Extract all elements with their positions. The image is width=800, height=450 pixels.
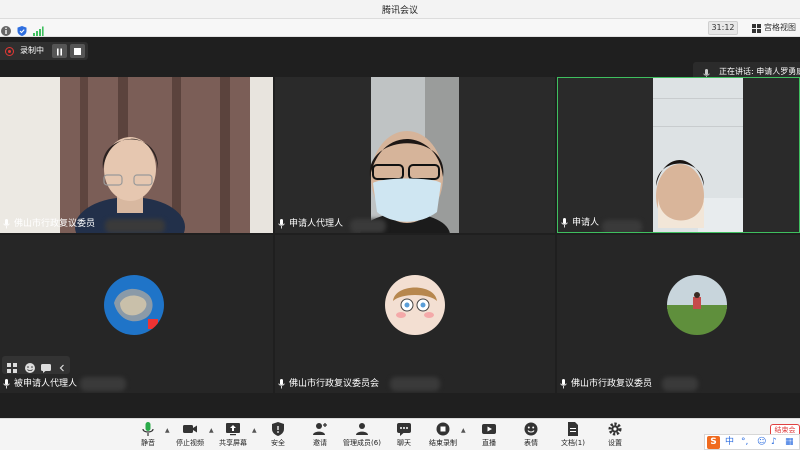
mic-icon (561, 218, 568, 228)
stop-record-icon (435, 421, 451, 437)
name-blur (80, 377, 126, 391)
stop-recording-button[interactable] (70, 44, 85, 58)
layout-tools (2, 356, 70, 374)
stop-icon (74, 48, 81, 55)
participant-name-5: 佛山市行政复议委员会 (275, 377, 385, 391)
settings-button[interactable]: 设置 (604, 421, 626, 449)
live-stream-button[interactable]: 直播 (478, 421, 500, 449)
mic-icon (278, 219, 285, 229)
video-tile-1[interactable]: 佛山市行政复议委员 (0, 77, 273, 233)
mic-icon (3, 219, 10, 229)
video-tile-2[interactable]: 申请人代理人 (275, 77, 555, 233)
pause-recording-button[interactable] (52, 44, 67, 58)
tencent-meeting-window: 腾讯会议 31:12 宫格视图 录制中 正在讲话: 申请人罗勇康 佛山市行政复议… (0, 0, 800, 450)
invite-button[interactable]: 邀请 (309, 421, 331, 449)
chat-icon (396, 421, 412, 437)
sogou-logo-icon: S (707, 436, 720, 449)
toolbox-icon[interactable]: ▦ (785, 436, 794, 449)
record-dot-icon (5, 47, 14, 56)
window-title: 腾讯会议 (381, 6, 418, 16)
avatar (385, 275, 445, 335)
chat-bubble-icon[interactable] (40, 359, 52, 373)
audio-tile-3[interactable]: 佛山市行政复议委员 (557, 235, 800, 393)
recording-indicator: 录制中 (0, 42, 88, 60)
pause-icon (57, 48, 62, 56)
video-tile-3-active-speaker[interactable]: 申请人 (557, 77, 800, 233)
audio-tile-2[interactable]: 佛山市行政复议委员会 (275, 235, 555, 393)
participant-name-6: 佛山市行政复议委员 (557, 377, 658, 391)
name-blur (105, 219, 165, 233)
mute-button[interactable]: 静音 (136, 421, 160, 449)
status-bar: 31:12 宫格视图 (0, 19, 800, 37)
share-screen-icon (225, 421, 241, 437)
gallery-view-label: 宫格视图 (764, 23, 796, 32)
end-meeting-button[interactable]: 结束会 (770, 424, 800, 434)
live-icon (481, 421, 497, 437)
name-blur (662, 377, 698, 391)
encryption-shield-icon[interactable] (16, 22, 28, 36)
mic-icon (140, 421, 156, 437)
camera-icon (182, 421, 198, 437)
network-signal-icon[interactable] (32, 22, 44, 36)
emoji-button[interactable]: 表情 (520, 421, 542, 449)
input-method-bar[interactable]: S 中 °, ☺ ♪ ▦ (704, 434, 800, 450)
participant-video-3 (558, 78, 799, 232)
emoji-reaction-icon[interactable] (24, 359, 36, 373)
collapse-chevron-icon[interactable] (56, 359, 68, 372)
participant-name-4: 被申请人代理人 (0, 377, 83, 391)
documents-button[interactable]: 文档(1) (558, 421, 588, 449)
meeting-timer: 31:12 (708, 21, 738, 35)
participant-video-1 (0, 77, 273, 233)
caret-up-icon[interactable]: ▲ (252, 428, 258, 434)
voice-input-icon[interactable]: ♪ (771, 436, 777, 449)
grid-icon (752, 24, 761, 33)
stop-video-button[interactable]: 停止视频 (174, 421, 206, 449)
manage-members-button[interactable]: 管理成员(6) (342, 421, 382, 449)
avatar (104, 275, 164, 335)
avatar (667, 275, 727, 335)
end-recording-button[interactable]: 结束录制 (428, 421, 458, 449)
shield-icon (270, 421, 286, 437)
document-icon (565, 421, 581, 437)
gallery-view-button[interactable]: 宫格视图 (750, 21, 796, 35)
mic-icon (703, 67, 710, 79)
layout-grid-icon[interactable] (6, 359, 18, 373)
security-button[interactable]: 安全 (267, 421, 289, 449)
mic-icon (560, 379, 567, 389)
name-blur (350, 219, 386, 233)
caret-up-icon[interactable]: ▲ (165, 428, 171, 434)
meeting-toolbar: 静音 ▲ 停止视频 ▲ 共享屏幕 ▲ 安全 邀请 管理成员(6) 聊天 结束录制… (0, 418, 800, 450)
participant-name-2: 申请人代理人 (275, 217, 349, 231)
members-icon (354, 421, 370, 437)
recording-label: 录制中 (20, 46, 44, 55)
mic-icon (3, 379, 10, 389)
chat-button[interactable]: 聊天 (393, 421, 415, 449)
title-bar: 腾讯会议 (0, 0, 800, 19)
caret-up-icon[interactable]: ▲ (461, 428, 467, 434)
info-icon[interactable] (0, 22, 12, 36)
caret-up-icon[interactable]: ▲ (209, 428, 215, 434)
ime-language[interactable]: 中 (725, 436, 734, 449)
emoji-icon[interactable]: ☺ (757, 436, 766, 449)
mic-icon (278, 379, 285, 389)
name-blur (390, 377, 440, 391)
participant-video-2 (275, 77, 555, 233)
punctuation-icon[interactable]: °, (741, 436, 748, 449)
name-blur (602, 220, 642, 232)
gear-icon (607, 421, 623, 437)
invite-icon (312, 421, 328, 437)
speaking-text: 正在讲话: 申请人罗勇康 (719, 67, 800, 76)
participant-name-1: 佛山市行政复议委员 (0, 217, 101, 231)
participant-name-3: 申请人 (558, 216, 605, 230)
share-screen-button[interactable]: 共享屏幕 (217, 421, 249, 449)
emoji-icon (523, 421, 539, 437)
